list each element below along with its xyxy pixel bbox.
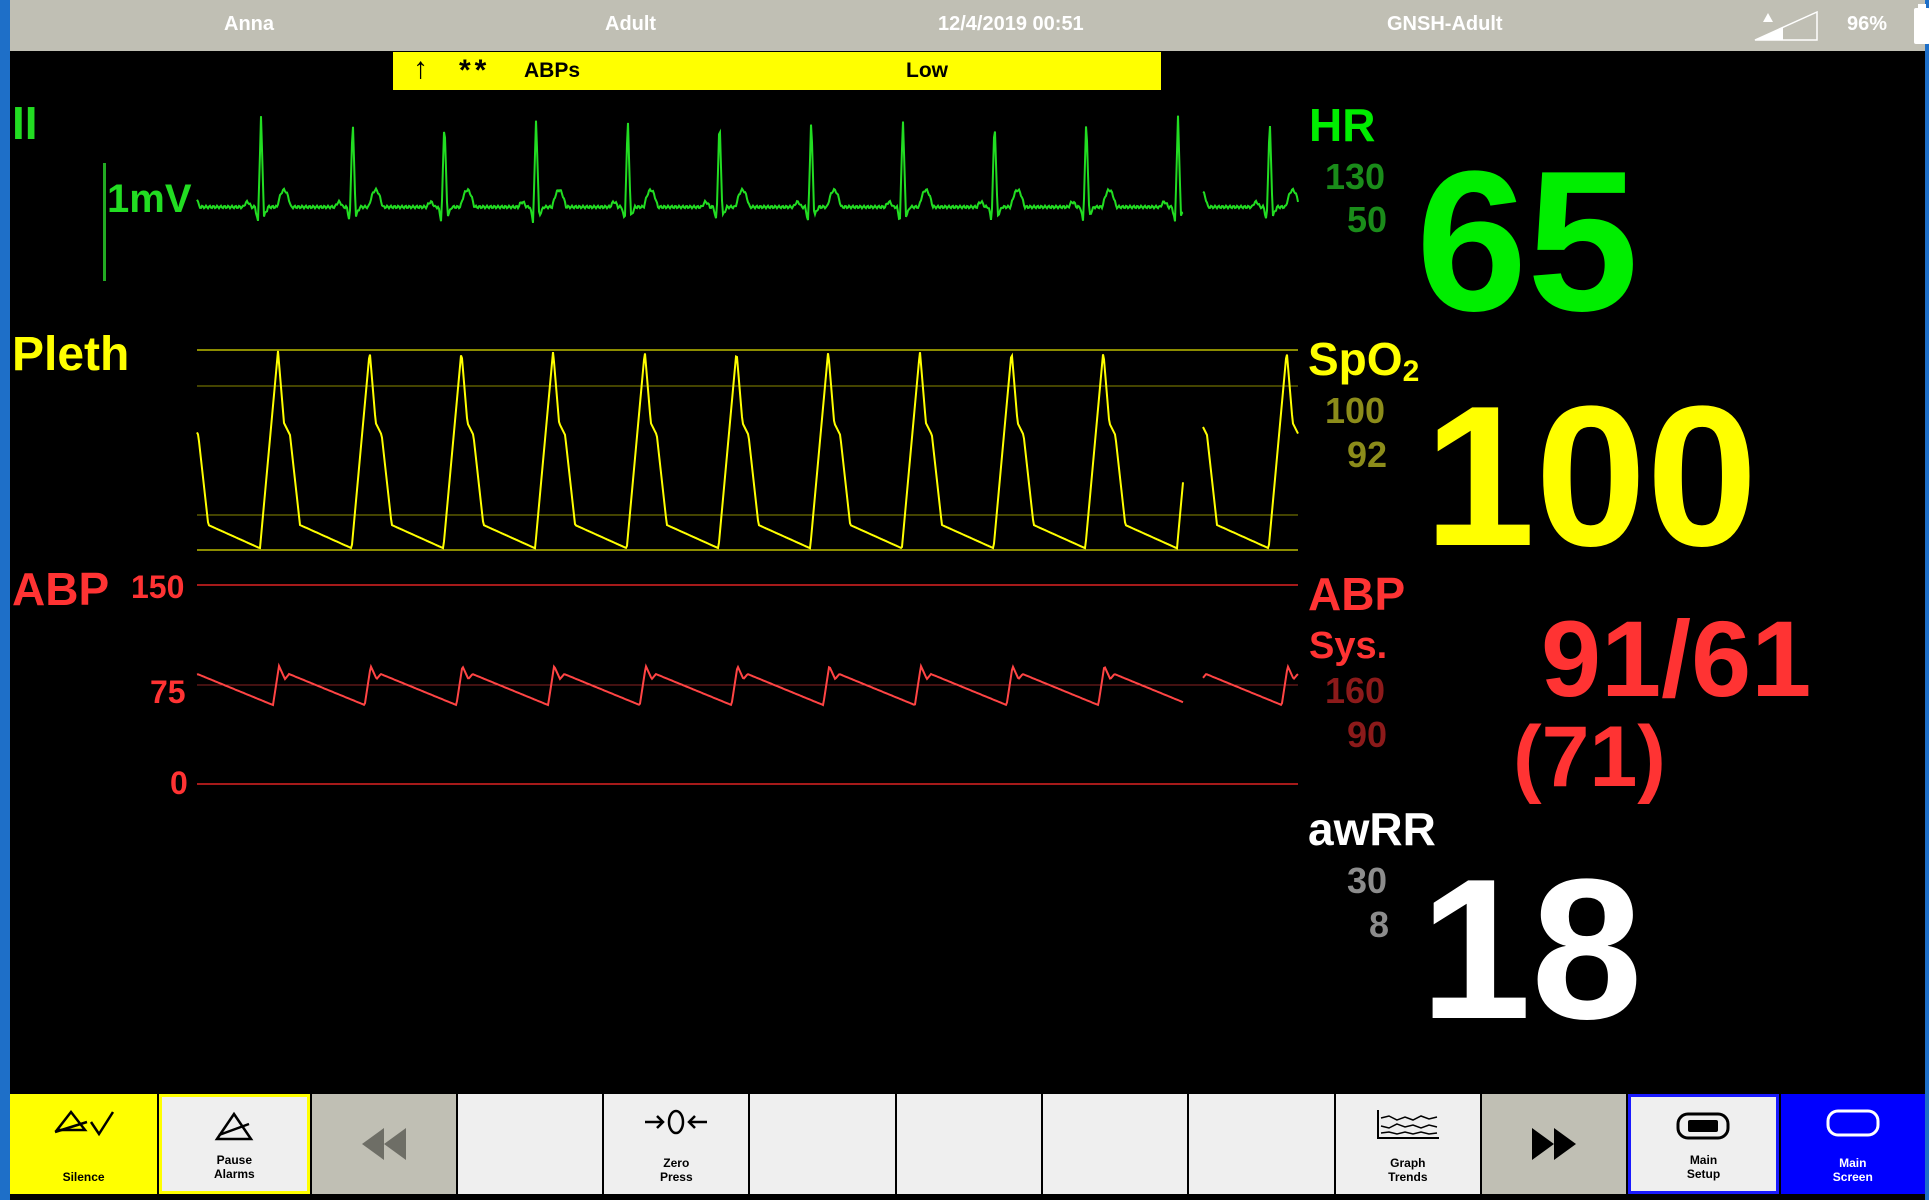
main-screen-label: Main Screen bbox=[1832, 1156, 1873, 1184]
softkey-toolbar: Silence Pause Alarms Zero Press Graph Tr… bbox=[10, 1094, 1925, 1194]
main-screen-button[interactable]: Main Screen bbox=[1780, 1094, 1925, 1194]
spo2-label[interactable]: SpO2 bbox=[1308, 332, 1419, 389]
pause-alarms-icon bbox=[214, 1111, 254, 1141]
spo2-label-text: SpO bbox=[1308, 333, 1403, 385]
spo2-high-limit[interactable]: 100 bbox=[1325, 390, 1385, 432]
main-setup-label: Main Setup bbox=[1686, 1153, 1721, 1181]
zero-press-button[interactable]: Zero Press bbox=[604, 1094, 749, 1194]
awrr-low-limit[interactable]: 8 bbox=[1369, 904, 1389, 946]
hr-high-limit[interactable]: 130 bbox=[1325, 156, 1385, 198]
ecg-waveform bbox=[196, 115, 1299, 223]
main-setup-icon bbox=[1676, 1112, 1730, 1140]
spo2-label-subscript: 2 bbox=[1402, 355, 1420, 388]
rewind-icon bbox=[361, 1128, 406, 1160]
awrr-value[interactable]: 18 bbox=[1420, 850, 1642, 1050]
hr-label[interactable]: HR bbox=[1309, 98, 1375, 152]
pleth-gridlines bbox=[197, 349, 1298, 551]
fast-forward-button[interactable] bbox=[1482, 1094, 1627, 1194]
main-screen-icon bbox=[1826, 1109, 1880, 1137]
graph-trends-label: Graph Trends bbox=[1388, 1156, 1428, 1184]
pause-alarms-label: Pause Alarms bbox=[214, 1153, 255, 1181]
abp-param-label[interactable]: ABP bbox=[1308, 567, 1405, 621]
pause-alarms-button[interactable]: Pause Alarms bbox=[159, 1094, 310, 1194]
abp-mean-value[interactable]: (71) bbox=[1513, 712, 1666, 802]
fast-forward-icon bbox=[1532, 1128, 1577, 1160]
abp-value[interactable]: 91/61 bbox=[1541, 604, 1811, 714]
main-setup-button[interactable]: Main Setup bbox=[1628, 1094, 1779, 1194]
hr-value[interactable]: 65 bbox=[1416, 142, 1638, 342]
blank-softkey-4[interactable] bbox=[1043, 1094, 1188, 1194]
silence-icon bbox=[54, 1109, 114, 1137]
blank-softkey-5[interactable] bbox=[1189, 1094, 1334, 1194]
rewind-button[interactable] bbox=[311, 1094, 456, 1194]
graph-trends-button[interactable]: Graph Trends bbox=[1335, 1094, 1481, 1194]
hr-low-limit[interactable]: 50 bbox=[1347, 199, 1387, 241]
silence-label: Silence bbox=[62, 1170, 105, 1184]
awrr-high-limit[interactable]: 30 bbox=[1347, 860, 1387, 902]
abp-high-limit[interactable]: 160 bbox=[1325, 670, 1385, 712]
zero-pressure-icon bbox=[645, 1109, 708, 1135]
pleth-waveform bbox=[196, 350, 1299, 550]
awrr-label[interactable]: awRR bbox=[1308, 802, 1436, 856]
blank-softkey-2[interactable] bbox=[750, 1094, 895, 1194]
graph-trends-icon bbox=[1376, 1110, 1439, 1139]
silence-button[interactable]: Silence bbox=[10, 1094, 158, 1194]
abp-sys-label: Sys. bbox=[1309, 625, 1388, 667]
blank-softkey-1[interactable] bbox=[457, 1094, 603, 1194]
spo2-low-limit[interactable]: 92 bbox=[1347, 434, 1387, 476]
blank-softkey-3[interactable] bbox=[896, 1094, 1042, 1194]
abp-gridlines bbox=[197, 584, 1298, 785]
abp-low-limit[interactable]: 90 bbox=[1347, 714, 1387, 756]
spo2-value[interactable]: 100 bbox=[1424, 377, 1758, 577]
zero-press-label: Zero Press bbox=[659, 1156, 693, 1184]
